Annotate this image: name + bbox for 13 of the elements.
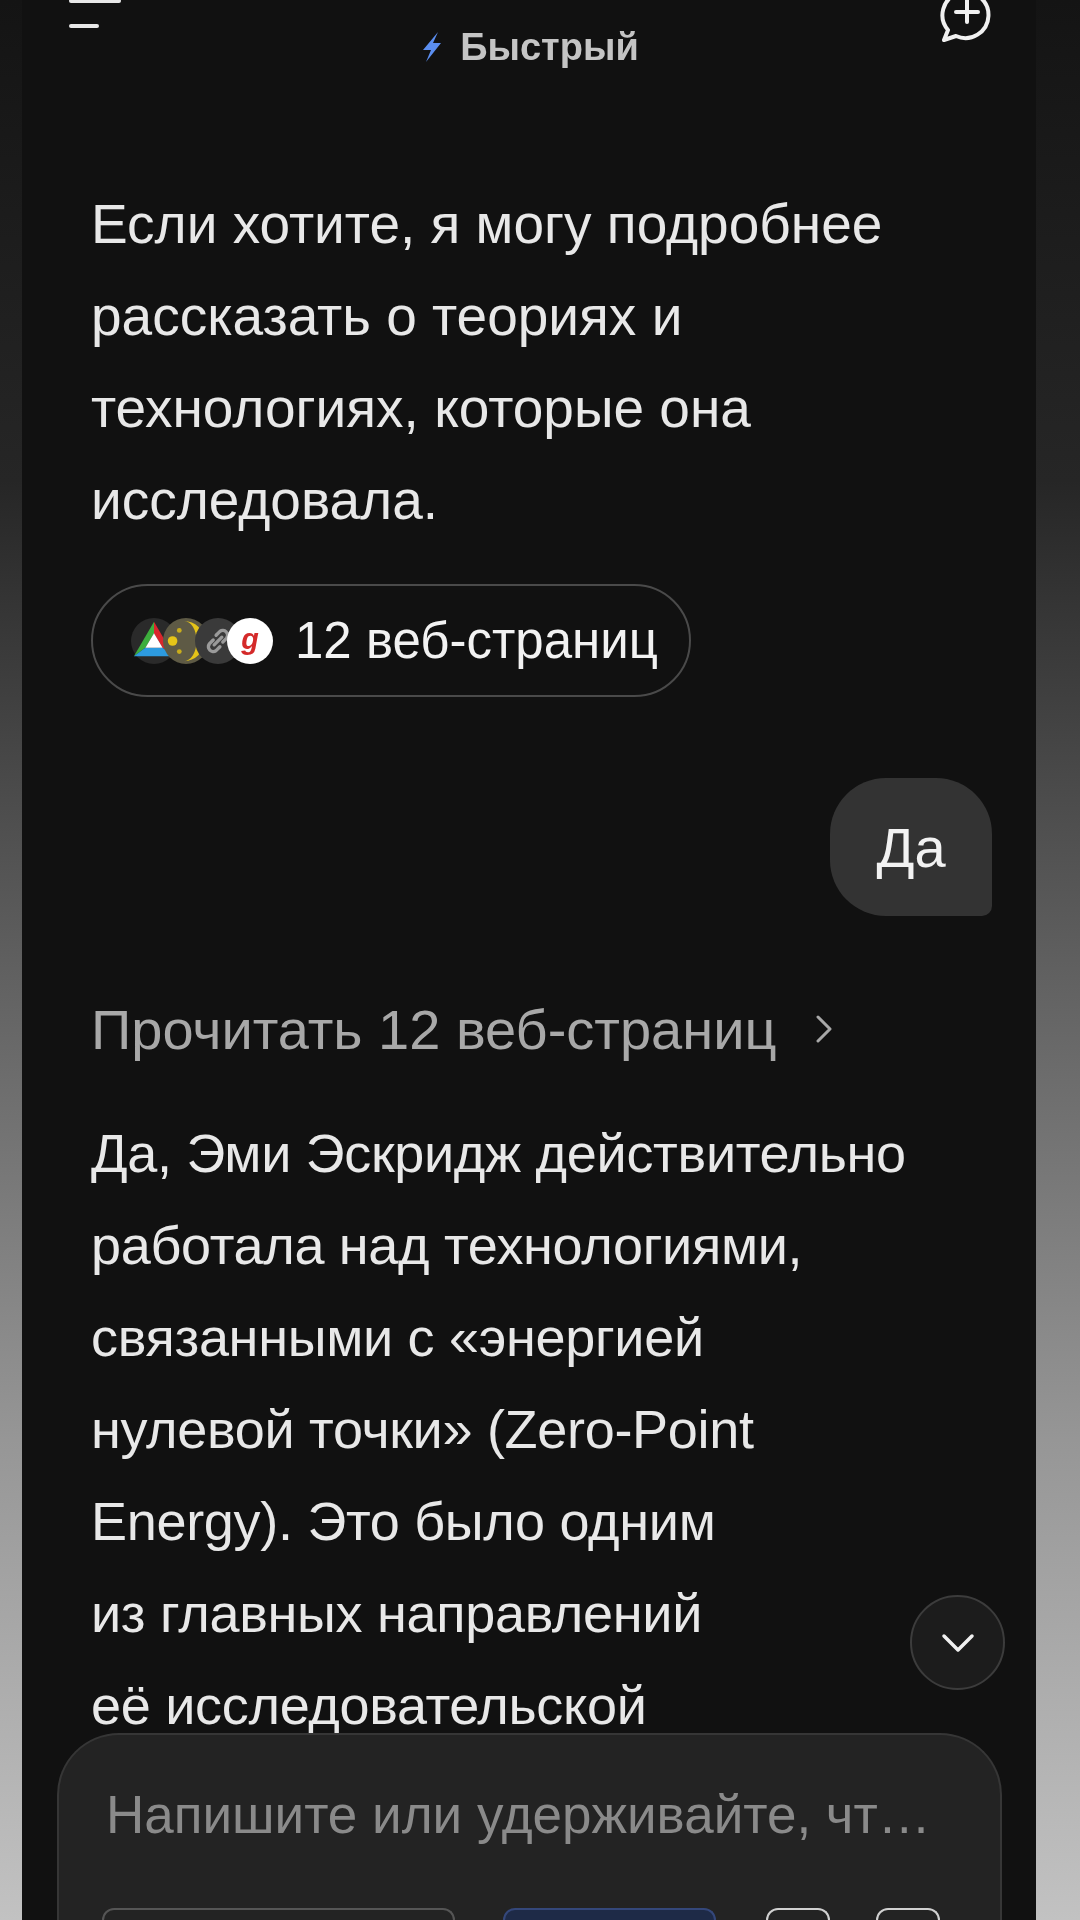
read-sources-link[interactable]: Прочитать 12 веб-страниц <box>91 998 834 1060</box>
round-button[interactable] <box>766 1908 830 1920</box>
sources-button[interactable]: g 12 веб-страниц <box>91 584 691 697</box>
menu-icon[interactable] <box>69 0 121 30</box>
message-input[interactable]: Напишите или удерживайте, чт… <box>106 1783 976 1845</box>
mode-selector[interactable]: Быстрый <box>419 25 639 69</box>
round-button[interactable] <box>876 1908 940 1920</box>
chevron-down-icon <box>940 1632 975 1653</box>
assistant-message: Если хотите, я могу подробнее рассказать о теориях и технологиях, которые она исследовала. <box>91 192 883 533</box>
chevron-right-icon <box>814 1014 834 1044</box>
user-message: Да <box>830 778 992 916</box>
letter-favicon-icon: g <box>227 617 273 664</box>
message-composer[interactable]: Напишите или удерживайте, чт… <box>57 1733 1002 1920</box>
